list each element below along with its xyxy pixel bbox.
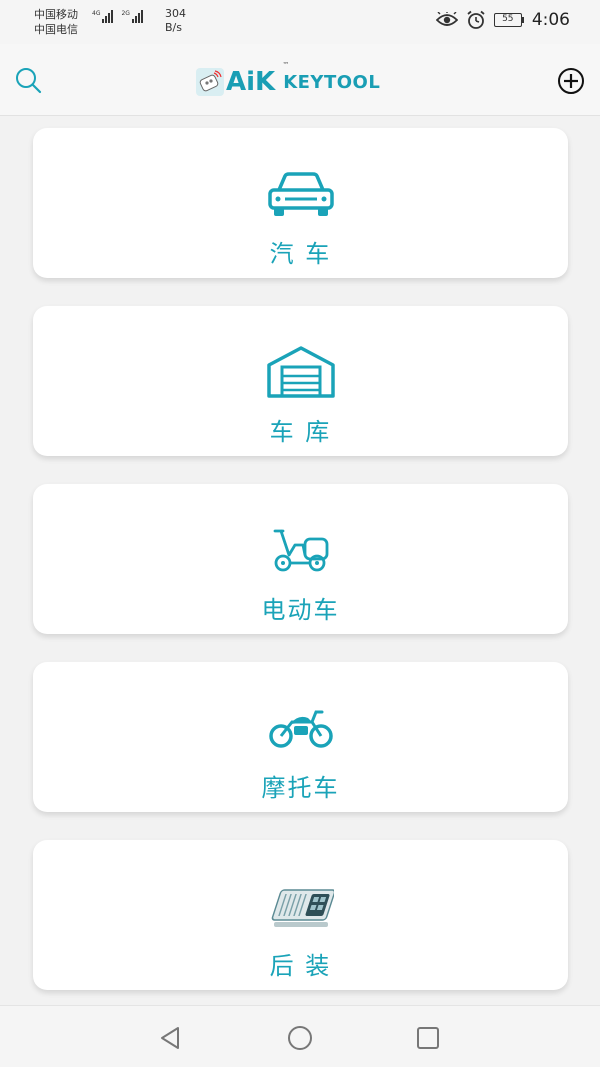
remote-panel-icon bbox=[271, 889, 334, 927]
app-logo: AiK ™ KEYTOOL bbox=[196, 61, 406, 102]
category-label: 电动车 bbox=[261, 596, 340, 624]
logo-text-sub: KEYTOOL bbox=[283, 71, 381, 93]
category-card-garage[interactable]: 车 库 bbox=[33, 306, 568, 456]
status-bar: 中国移动 中国电信 4G 2G 304 B/s 55 4:06 bbox=[0, 0, 600, 44]
alarm-icon bbox=[467, 10, 485, 29]
eye-icon bbox=[435, 12, 458, 26]
logo-key-icon bbox=[196, 68, 224, 96]
category-card-motorcycle[interactable]: 摩托车 bbox=[33, 662, 568, 812]
search-icon[interactable] bbox=[12, 64, 46, 98]
carrier-names: 中国移动 中国电信 bbox=[34, 7, 78, 37]
speed-unit: B/s bbox=[165, 21, 182, 34]
carrier-2: 中国电信 bbox=[34, 23, 78, 36]
category-card-e-scooter[interactable]: 电动车 bbox=[33, 484, 568, 634]
clock: 4:06 bbox=[531, 10, 570, 30]
scooter-icon bbox=[273, 529, 328, 572]
key-fob-icon bbox=[199, 70, 222, 92]
category-label: 车 库 bbox=[269, 418, 332, 446]
back-triangle-icon[interactable] bbox=[156, 1023, 186, 1053]
home-circle-icon[interactable] bbox=[285, 1023, 315, 1053]
motorcycle-icon bbox=[268, 710, 333, 748]
battery-icon: 55 bbox=[493, 13, 524, 27]
network-type-2: 2G bbox=[121, 10, 130, 17]
logo-text-main: AiK ™ bbox=[226, 61, 289, 97]
system-nav-bar bbox=[0, 1005, 600, 1067]
logo-trademark: ™ bbox=[282, 61, 290, 69]
network-speed: 304 B/s bbox=[165, 7, 186, 35]
logo-aik-text: AiK bbox=[226, 67, 276, 97]
category-label: 后 装 bbox=[269, 952, 332, 980]
recents-square-icon[interactable] bbox=[413, 1023, 443, 1053]
status-right-group: 55 4:06 bbox=[435, 10, 570, 30]
category-label: 汽 车 bbox=[269, 240, 332, 268]
category-card-aftermarket[interactable]: 后 装 bbox=[33, 840, 568, 990]
add-circle-icon[interactable] bbox=[554, 64, 588, 98]
network-type-1: 4G bbox=[92, 10, 101, 17]
carrier-1: 中国移动 bbox=[34, 8, 78, 21]
category-list: 汽 车 车 库 电动车 摩托车 后 装 bbox=[33, 128, 568, 1018]
battery-level: 55 bbox=[493, 13, 522, 27]
app-header: AiK ™ KEYTOOL bbox=[0, 44, 600, 116]
signal-bars-icon bbox=[131, 10, 143, 23]
signal-indicators: 4G 2G bbox=[92, 10, 151, 23]
signal-bars-icon bbox=[102, 10, 114, 23]
speed-value: 304 bbox=[165, 7, 186, 20]
category-card-car[interactable]: 汽 车 bbox=[33, 128, 568, 278]
garage-icon bbox=[266, 346, 335, 398]
category-label: 摩托车 bbox=[261, 774, 340, 802]
car-icon bbox=[267, 172, 334, 216]
